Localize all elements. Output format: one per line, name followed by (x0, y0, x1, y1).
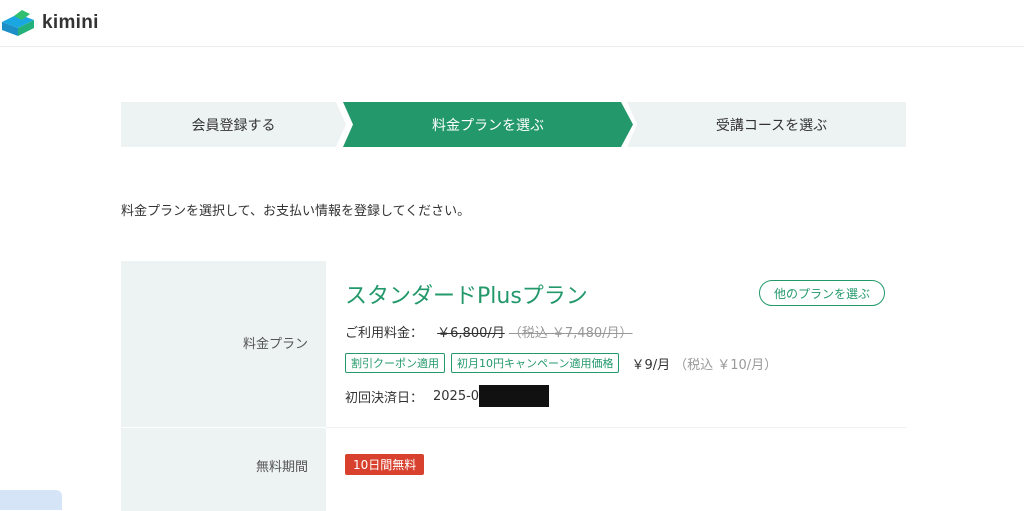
plan-table: 料金プラン 無料期間 スタンダードPlusプラン 他のプランを選ぶ ご利用料金：… (121, 261, 906, 511)
step-register: 会員登録する (121, 102, 346, 147)
new-price-tax: （税込 ￥10/月） (674, 357, 778, 373)
row-divider (121, 427, 326, 428)
progress-steps: 会員登録する 料金プランを選ぶ 受講コースを選ぶ (121, 102, 906, 147)
step-choose-course-label: 受講コースを選ぶ (715, 117, 828, 134)
corner-widget[interactable] (0, 490, 62, 510)
fee-label: ご利用料金： (345, 326, 424, 341)
header: kimini (0, 0, 1024, 47)
step-choose-plan-label: 料金プランを選ぶ (432, 117, 544, 134)
old-price: ￥6,800/月 (437, 326, 505, 341)
step-choose-plan-active: 料金プランを選ぶ (343, 102, 633, 147)
discount-line: 割引クーポン適用 初月10円キャンペーン適用価格 ￥9/月 （税込 ￥10/月） (345, 353, 777, 373)
plan-row-label: 料金プラン (242, 337, 308, 352)
campaign-tag: 初月10円キャンペーン適用価格 (451, 353, 620, 373)
fee-line: ご利用料金： ￥6,800/月 （税込 ￥7,480/月） (345, 322, 633, 341)
brand-logo[interactable]: kimini (0, 8, 99, 38)
step-register-label: 会員登録する (191, 117, 276, 134)
new-price: ￥9/月 (631, 357, 671, 373)
intro-text: 料金プランを選択して、お支払い情報を登録してください。 (121, 204, 471, 219)
label-column: 料金プラン 無料期間 (121, 261, 326, 511)
plan-name: スタンダードPlusプラン (345, 284, 588, 309)
first-payment-value: 2025-0 (433, 388, 480, 404)
other-plan-button[interactable]: 他のプランを選ぶ (759, 280, 885, 306)
coupon-tag: 割引クーポン適用 (345, 353, 445, 373)
brand-name: kimini (42, 12, 99, 33)
redaction-block (479, 385, 550, 407)
free-period-badge: 10日間無料 (345, 454, 425, 475)
old-price-tax: （税込 ￥7,480/月） (508, 326, 633, 341)
first-payment-line: 初回決済日： 2025-0 (345, 385, 550, 407)
step-choose-course: 受講コースを選ぶ (627, 102, 906, 147)
row-separator (326, 427, 906, 428)
kimini-logo-icon (2, 10, 34, 36)
first-payment-label: 初回決済日： (345, 390, 424, 406)
free-period-label: 無料期間 (255, 460, 308, 475)
